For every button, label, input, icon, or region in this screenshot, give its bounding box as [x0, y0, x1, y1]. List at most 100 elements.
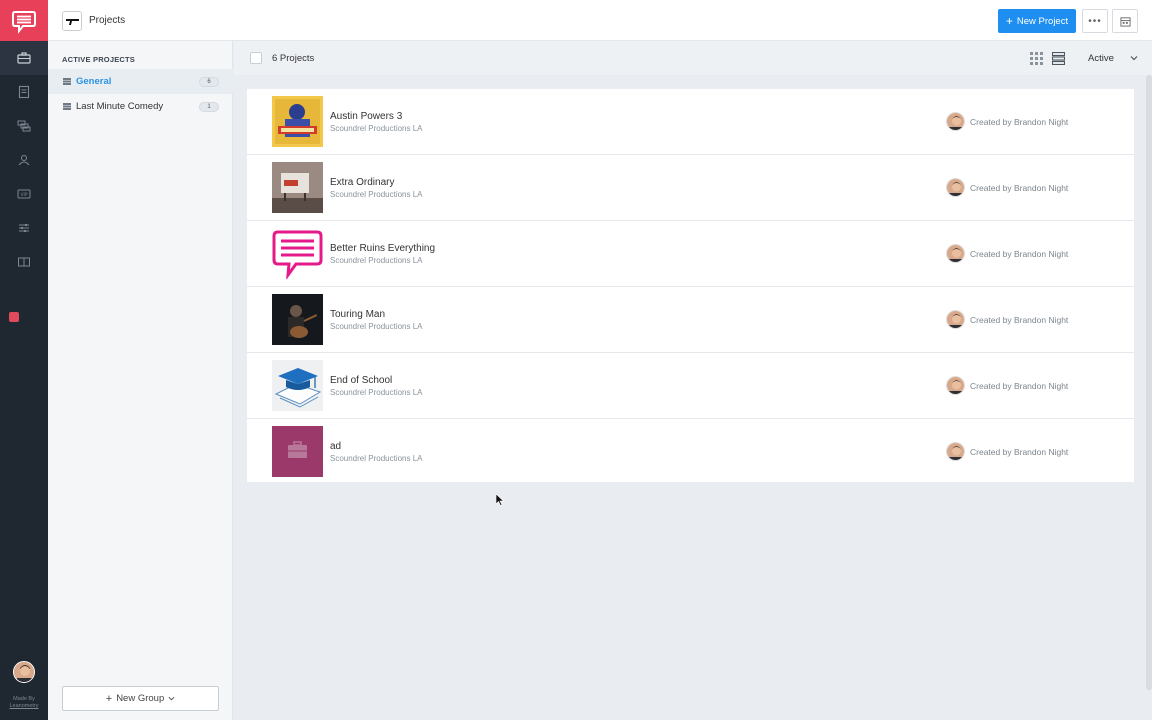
project-name[interactable]: Better Ruins Everything: [330, 243, 435, 254]
gun-logo-icon: [63, 12, 81, 30]
page-title: Projects: [89, 15, 126, 26]
group-item-general[interactable]: General 6: [48, 69, 233, 94]
rail-contacts[interactable]: [0, 143, 48, 177]
project-thumbnail-guitarist-photo: [272, 294, 323, 345]
avatar-portrait-icon: [947, 377, 964, 394]
billboard-photo-icon: [272, 162, 323, 213]
grid-view-icon[interactable]: [1030, 52, 1043, 65]
main-scrollbar[interactable]: [1146, 75, 1152, 690]
project-thumbnail-billboard: [272, 162, 323, 213]
project-count: 6 Projects: [272, 53, 315, 64]
owner-avatar: [946, 376, 965, 395]
settings-sliders-icon: [19, 224, 29, 232]
group-label: General: [76, 76, 112, 87]
owner-avatar: [946, 244, 965, 263]
created-by-label: Created by Brandon Night: [970, 315, 1069, 325]
owner-avatar: [946, 310, 965, 329]
new-project-button[interactable]: + New Project: [998, 9, 1076, 33]
book-icon: [18, 257, 30, 267]
svg-text:VIP: VIP: [20, 192, 27, 198]
calendar-icon: [1119, 16, 1131, 27]
stack-icon: [63, 103, 71, 110]
list-view-icon[interactable]: [1052, 52, 1065, 65]
record-indicator-icon[interactable]: [9, 312, 19, 322]
created-by-label: Created by Brandon Night: [970, 381, 1069, 391]
chat-bubble-logo-icon: [12, 10, 36, 34]
owner-avatar: [946, 442, 965, 461]
group-count-badge: 1: [199, 102, 219, 112]
project-list: Austin Powers 3 Scoundrel Productions LA…: [247, 89, 1134, 482]
project-name[interactable]: Austin Powers 3: [330, 111, 402, 122]
project-row[interactable]: Austin Powers 3 Scoundrel Productions LA…: [247, 89, 1134, 155]
created-by-label: Created by Brandon Night: [970, 117, 1069, 127]
group-count-badge: 6: [199, 77, 219, 87]
movie-poster-icon: [272, 96, 323, 147]
document-icon: [18, 85, 30, 99]
project-org: Scoundrel Productions LA: [330, 190, 423, 199]
avatar-portrait-icon: [947, 113, 964, 130]
top-bar: Projects + New Project •••: [48, 0, 1152, 41]
project-row[interactable]: ad Scoundrel Productions LA Created by B…: [247, 419, 1134, 485]
project-row[interactable]: Better Ruins Everything Scoundrel Produc…: [247, 221, 1134, 287]
avatar-portrait-icon: [947, 311, 964, 328]
chevron-down-icon: [168, 696, 175, 701]
plus-icon: +: [105, 692, 113, 705]
groups-heading: ACTIVE PROJECTS: [62, 55, 136, 64]
ellipsis-icon: •••: [1088, 15, 1102, 27]
company-logo[interactable]: [62, 11, 82, 31]
project-org: Scoundrel Productions LA: [330, 322, 423, 331]
app-logo[interactable]: [0, 0, 48, 41]
project-name[interactable]: Touring Man: [330, 309, 385, 320]
project-name[interactable]: Extra Ordinary: [330, 177, 394, 188]
status-filter-select[interactable]: Active: [1088, 53, 1114, 64]
calendar-view-button[interactable]: [1112, 9, 1138, 33]
avatar-portrait-icon: [947, 443, 964, 460]
rail-projects[interactable]: [0, 41, 48, 75]
more-options-button[interactable]: •••: [1082, 9, 1108, 33]
project-row[interactable]: Touring Man Scoundrel Productions LA Cre…: [247, 287, 1134, 353]
group-item-last-minute-comedy[interactable]: Last Minute Comedy 1: [48, 94, 233, 119]
project-name[interactable]: ad: [330, 441, 341, 452]
created-by-label: Created by Brandon Night: [970, 447, 1069, 457]
shot-list-icon: [17, 120, 31, 132]
user-avatar[interactable]: [13, 661, 35, 683]
rail-vip[interactable]: VIP: [0, 177, 48, 211]
chat-bubble-logo-icon: [272, 228, 323, 279]
made-by-credit[interactable]: Made By Leanometry: [0, 696, 48, 710]
project-thumbnail-studiobinder-logo: [272, 228, 323, 279]
project-thumbnail-briefcase-placeholder: [272, 426, 323, 477]
group-label: Last Minute Comedy: [76, 101, 164, 112]
project-org: Scoundrel Productions LA: [330, 388, 423, 397]
avatar-portrait-icon: [14, 662, 34, 682]
mouse-cursor-icon: [496, 494, 504, 506]
project-row[interactable]: End of School Scoundrel Productions LA C…: [247, 353, 1134, 419]
vip-icon: VIP: [17, 189, 31, 199]
owner-avatar: [946, 112, 965, 131]
briefcase-icon: [17, 52, 31, 64]
plus-icon: +: [1005, 14, 1013, 28]
new-group-button[interactable]: + New Group: [62, 686, 219, 711]
rail-shots[interactable]: [0, 109, 48, 143]
project-thumbnail-movie-poster: [272, 96, 323, 147]
owner-avatar: [946, 178, 965, 197]
graduation-cap-icon: [272, 360, 323, 411]
select-all-checkbox[interactable]: [250, 52, 262, 64]
rail-documents[interactable]: [0, 75, 48, 109]
rail-settings[interactable]: [0, 211, 48, 245]
briefcase-icon: [272, 426, 323, 477]
created-by-label: Created by Brandon Night: [970, 249, 1069, 259]
chevron-down-icon[interactable]: [1129, 53, 1139, 63]
rail-book[interactable]: [0, 245, 48, 279]
contacts-icon: [18, 155, 30, 166]
created-by-label: Created by Brandon Night: [970, 183, 1069, 193]
project-thumbnail-graduation-cap: [272, 360, 323, 411]
project-name[interactable]: End of School: [330, 375, 392, 386]
project-row[interactable]: Extra Ordinary Scoundrel Productions LA …: [247, 155, 1134, 221]
project-org: Scoundrel Productions LA: [330, 454, 423, 463]
avatar-portrait-icon: [947, 179, 964, 196]
avatar-portrait-icon: [947, 245, 964, 262]
guitarist-photo-icon: [272, 294, 323, 345]
list-toolbar: 6 Projects Active: [234, 41, 1152, 75]
project-org: Scoundrel Productions LA: [330, 124, 423, 133]
app-nav-rail: VIP Made By Leanometry: [0, 0, 48, 720]
